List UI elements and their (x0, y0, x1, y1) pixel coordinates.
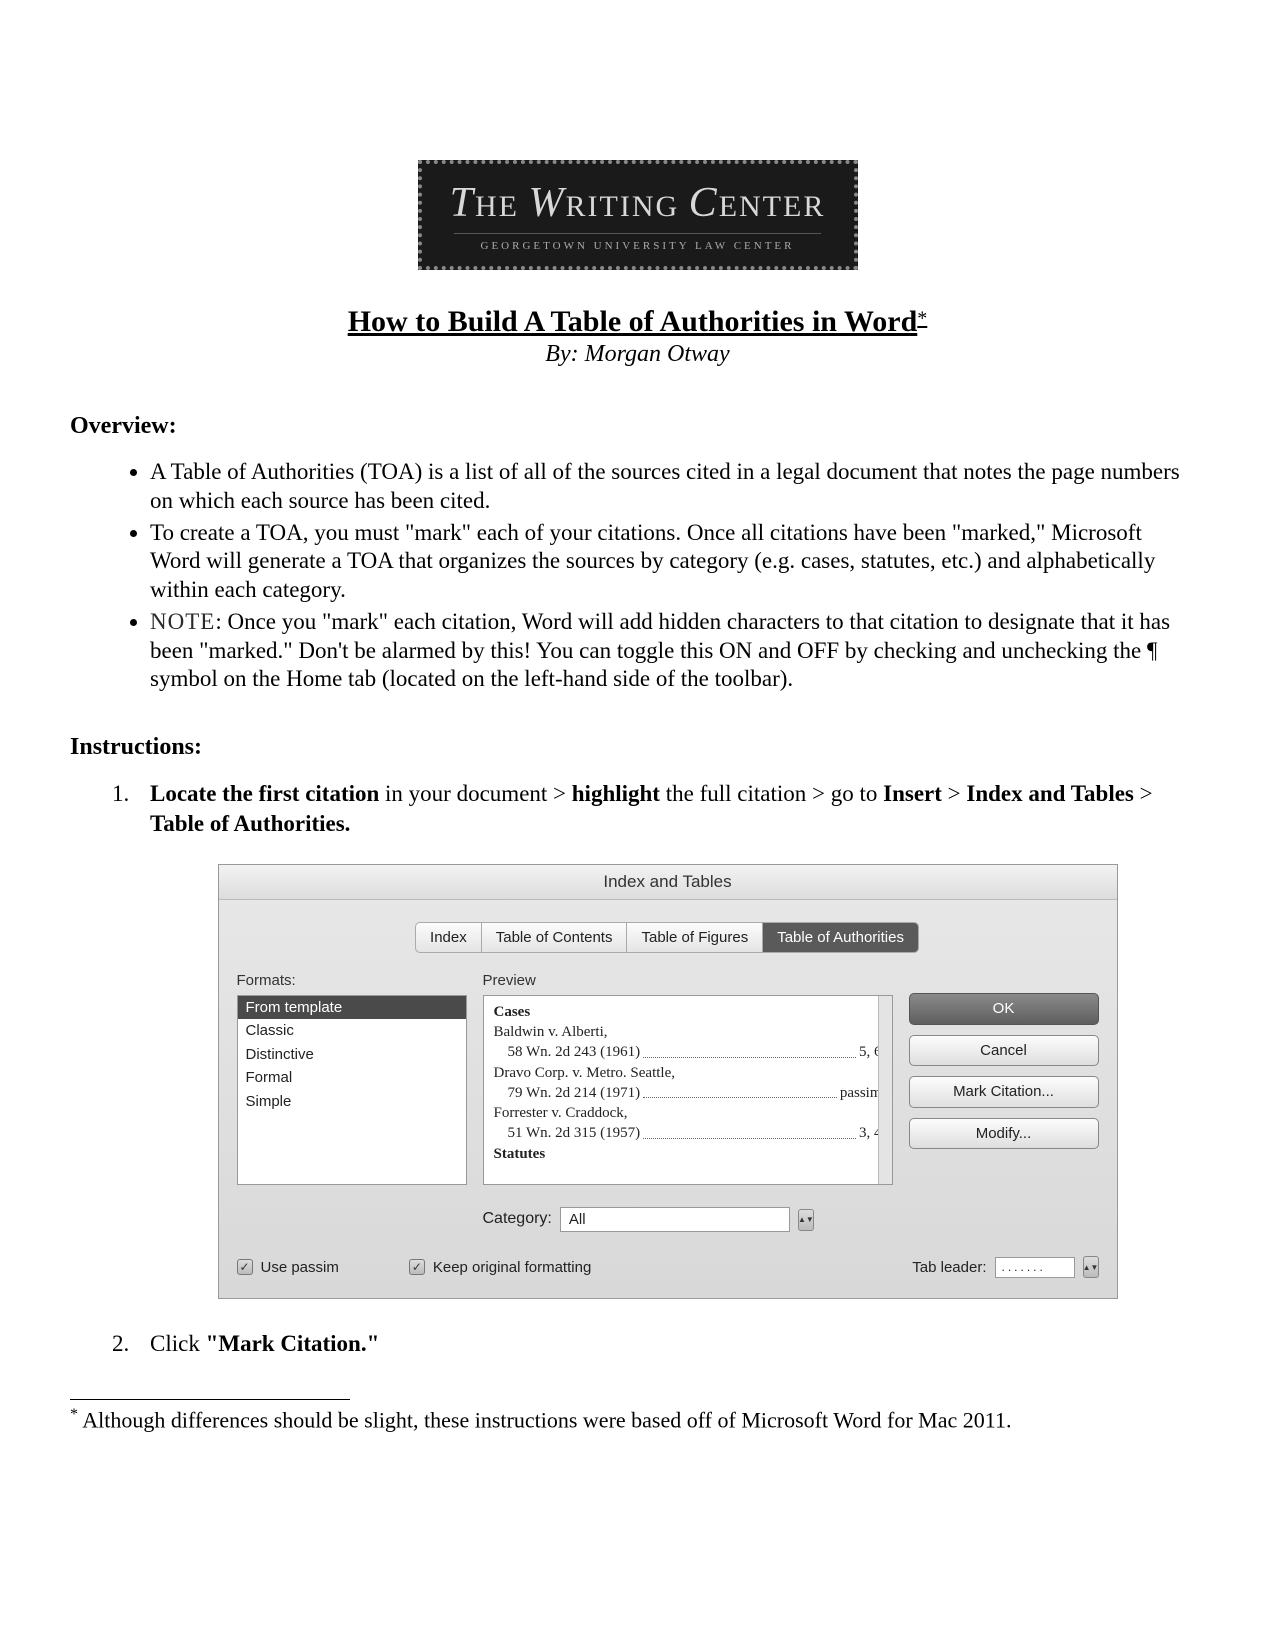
overview-list: A Table of Authorities (TOA) is a list o… (150, 458, 1185, 694)
formats-option[interactable]: From template (238, 996, 466, 1020)
tab-leader-stepper[interactable]: ▲▼ (1083, 1256, 1099, 1278)
step-text: in your document > (379, 781, 571, 806)
formats-option[interactable]: Distinctive (238, 1043, 466, 1067)
formats-option[interactable]: Simple (238, 1090, 466, 1114)
scrollbar[interactable] (878, 996, 892, 1184)
preview-case: Forrester v. Craddock, (494, 1103, 882, 1123)
tab-leader-select[interactable]: ....... (995, 1257, 1075, 1279)
preview-citation: 58 Wn. 2d 243 (1961)5, 6 (494, 1042, 882, 1062)
footnote-rule (70, 1399, 350, 1400)
step-text: Table of Authorities. (150, 811, 350, 836)
keep-formatting-checkbox[interactable]: ✓ (409, 1259, 425, 1275)
ok-button[interactable]: OK (909, 993, 1099, 1025)
modify-button[interactable]: Modify... (909, 1118, 1099, 1150)
options-row: ✓ Use passim ✓ Keep original formatting … (219, 1240, 1117, 1298)
tab-leader-label: Tab leader: (912, 1258, 986, 1278)
byline: By: Morgan Otway (70, 341, 1205, 368)
logo-main-text: THE WRITING CENTER (450, 179, 826, 227)
dialog-title: Index and Tables (219, 865, 1117, 900)
step-text: Insert (883, 781, 942, 806)
buttons-column: OK Cancel Mark Citation... Modify... (909, 971, 1099, 1185)
step-text: "Mark Citation." (206, 1331, 380, 1356)
tab-table-of-contents[interactable]: Table of Contents (481, 922, 628, 954)
note-body: : Once you "mark" each citation, Word wi… (150, 609, 1170, 692)
category-row: Category: All ▲▼ (483, 1207, 1099, 1233)
writing-center-logo: THE WRITING CENTER GEORGETOWN UNIVERSITY… (418, 160, 858, 270)
tab-table-of-figures[interactable]: Table of Figures (626, 922, 763, 954)
step-2: Click "Mark Citation." (135, 1329, 1185, 1359)
title-block: How to Build A Table of Authorities in W… (70, 305, 1205, 368)
logo-subtitle: GEORGETOWN UNIVERSITY LAW CENTER (454, 233, 821, 252)
category-label: Category: (483, 1209, 552, 1230)
index-and-tables-dialog: Index and Tables Index Table of Contents… (218, 864, 1118, 1300)
tab-table-of-authorities[interactable]: Table of Authorities (762, 922, 919, 954)
dialog-body: Formats: From template Classic Distincti… (219, 963, 1117, 1199)
tab-leader-group: Tab leader: ....... ▲▼ (912, 1256, 1098, 1278)
formats-listbox[interactable]: From template Classic Distinctive Formal… (237, 995, 467, 1185)
step-text: Index and Tables (966, 781, 1133, 806)
tab-index[interactable]: Index (415, 922, 482, 954)
list-item: A Table of Authorities (TOA) is a list o… (150, 458, 1185, 516)
use-passim-checkbox[interactable]: ✓ (237, 1259, 253, 1275)
preview-column: Preview Cases Baldwin v. Alberti, 58 Wn.… (483, 971, 893, 1185)
note-lead: NOTE (150, 609, 215, 634)
preview-group: Cases (494, 1002, 882, 1022)
step-text: Locate the first citation (150, 781, 379, 806)
title-footnote-marker: * (917, 308, 927, 330)
category-stepper[interactable]: ▲▼ (798, 1209, 814, 1231)
list-item: NOTE: Once you "mark" each citation, Wor… (150, 608, 1185, 694)
instructions-heading: Instructions: (70, 734, 1205, 761)
dialog-tabs: Index Table of Contents Table of Figures… (219, 900, 1117, 964)
formats-column: Formats: From template Classic Distincti… (237, 971, 467, 1185)
use-passim-group: ✓ Use passim (237, 1258, 339, 1278)
preview-case: Dravo Corp. v. Metro. Seattle, (494, 1063, 882, 1083)
preview-citation: 79 Wn. 2d 214 (1971)passim (494, 1083, 882, 1103)
preview-case: Baldwin v. Alberti, (494, 1022, 882, 1042)
preview-box: Cases Baldwin v. Alberti, 58 Wn. 2d 243 … (483, 995, 893, 1185)
footnote: * Although differences should be slight,… (70, 1406, 1205, 1433)
keep-formatting-label: Keep original formatting (433, 1258, 591, 1278)
footnote-text: Although differences should be slight, t… (78, 1408, 1011, 1433)
step-text: highlight (572, 781, 660, 806)
step-1: Locate the first citation in your docume… (135, 779, 1185, 1299)
logo-container: THE WRITING CENTER GEORGETOWN UNIVERSITY… (70, 160, 1205, 270)
cancel-button[interactable]: Cancel (909, 1035, 1099, 1067)
list-item: To create a TOA, you must "mark" each of… (150, 519, 1185, 605)
keep-formatting-group: ✓ Keep original formatting (409, 1258, 591, 1278)
instructions-list: Locate the first citation in your docume… (135, 779, 1185, 1359)
preview-citation: 51 Wn. 2d 315 (1957)3, 4 (494, 1123, 882, 1143)
overview-heading: Overview: (70, 413, 1205, 440)
step-text: > (942, 781, 966, 806)
step-text: the full citation > go to (660, 781, 883, 806)
step-text: Click (150, 1331, 206, 1356)
dialog-lower: Category: All ▲▼ (219, 1199, 1117, 1241)
formats-option[interactable]: Formal (238, 1066, 466, 1090)
preview-label: Preview (483, 971, 893, 991)
document-title: How to Build A Table of Authorities in W… (348, 305, 918, 338)
formats-option[interactable]: Classic (238, 1019, 466, 1043)
formats-label: Formats: (237, 971, 467, 991)
mark-citation-button[interactable]: Mark Citation... (909, 1076, 1099, 1108)
preview-group: Statutes (494, 1144, 882, 1164)
category-value: All (569, 1210, 586, 1230)
step-text: > (1134, 781, 1153, 806)
footnote-marker: * (70, 1406, 78, 1423)
category-select[interactable]: All (560, 1207, 790, 1233)
use-passim-label: Use passim (261, 1258, 339, 1278)
